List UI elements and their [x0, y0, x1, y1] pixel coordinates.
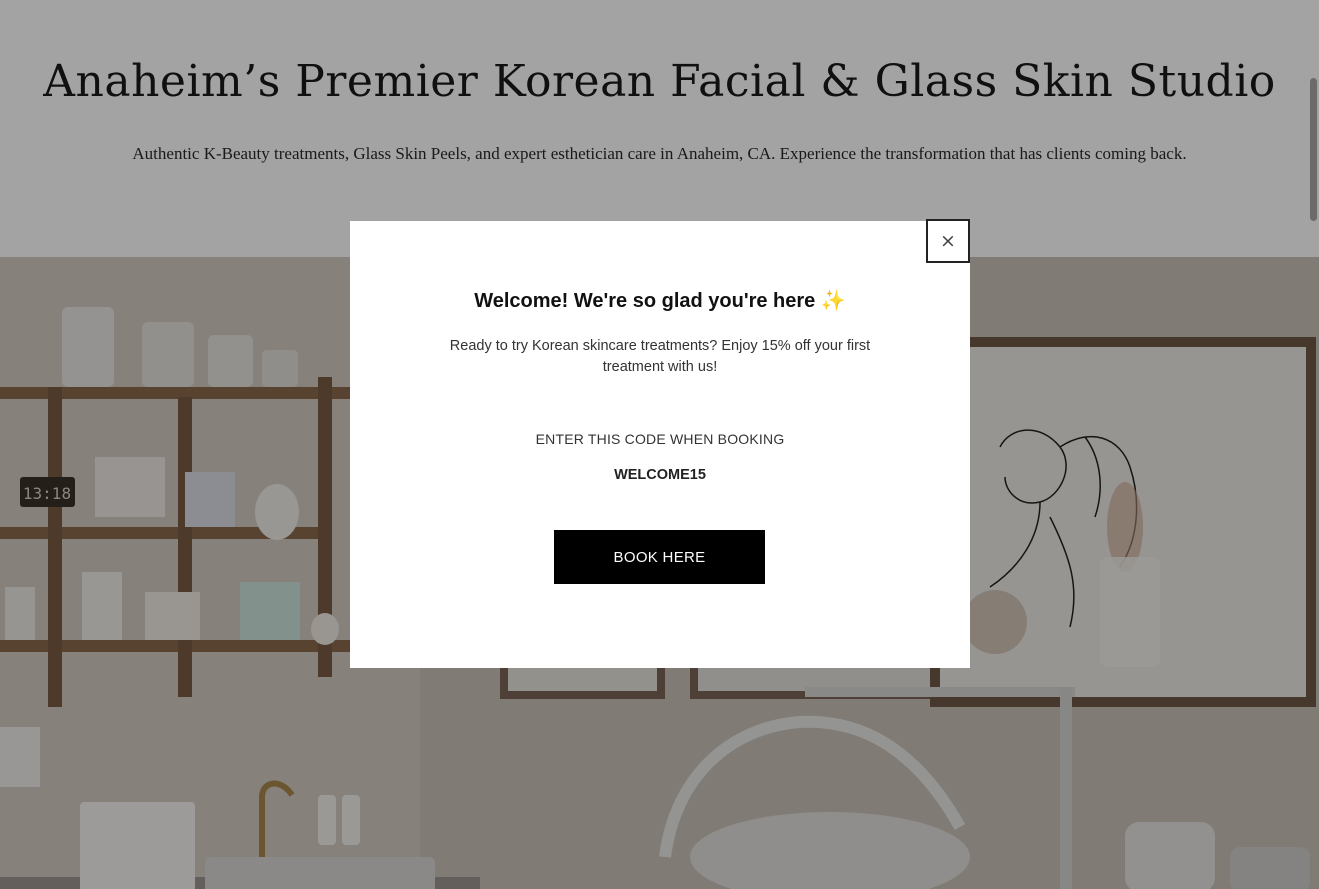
- popup-body: Ready to try Korean skincare treatments?…: [449, 338, 871, 375]
- sparkles-icon: ✨: [820, 288, 846, 312]
- scrollbar-thumb[interactable]: [1310, 78, 1317, 221]
- book-here-button[interactable]: BOOK HERE: [554, 530, 765, 584]
- popup-title: Welcome! We're so glad you're here ✨: [350, 288, 970, 313]
- discount-code[interactable]: WELCOME15: [350, 467, 970, 483]
- popup-title-text: Welcome! We're so glad you're here: [474, 290, 816, 312]
- close-button[interactable]: ×: [926, 219, 970, 263]
- code-label: ENTER THIS CODE WHEN BOOKING: [535, 431, 785, 447]
- welcome-popup: × Welcome! We're so glad you're here ✨ R…: [350, 219, 970, 668]
